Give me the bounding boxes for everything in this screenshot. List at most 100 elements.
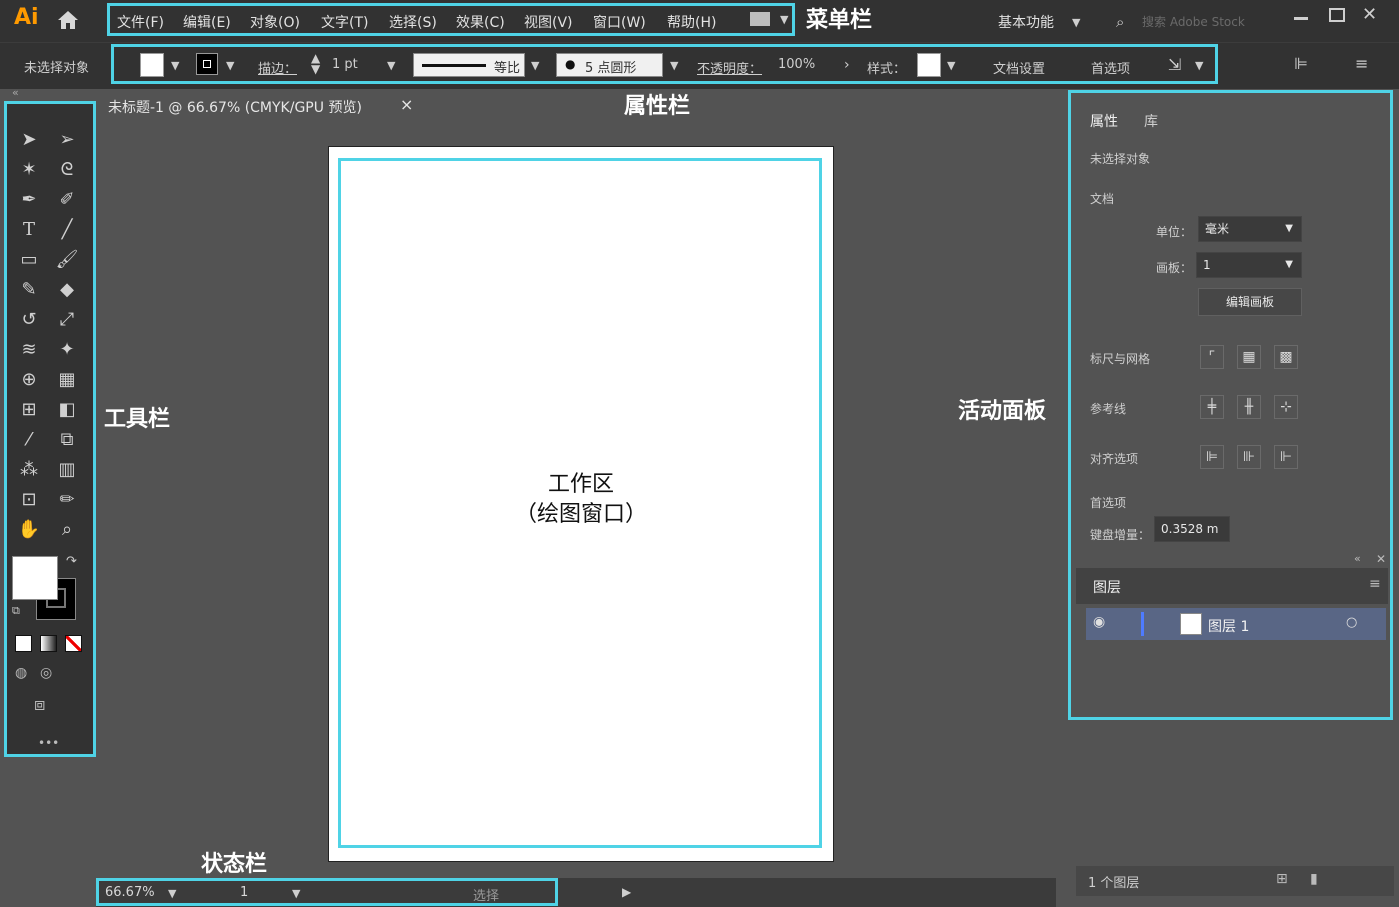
mesh-tool-icon[interactable]: ⊞ <box>16 398 42 422</box>
brush-definition[interactable]: ● 5 点圆形 <box>556 53 663 77</box>
tab-properties[interactable]: 属性 <box>1090 111 1118 131</box>
lasso-tool-icon[interactable]: ᘓ <box>54 158 80 182</box>
opacity-label[interactable]: 不透明度： <box>697 58 762 77</box>
home-icon[interactable] <box>56 9 80 31</box>
menu-window[interactable]: 窗口(W) <box>593 12 646 32</box>
artboard-navigation-input[interactable]: 1 <box>240 885 248 900</box>
document-tab-title[interactable]: 未标题-1 @ 66.67% (CMYK/GPU 预览) <box>108 97 362 117</box>
transparency-grid-icon[interactable]: ▩ <box>1274 345 1298 369</box>
delete-layer-icon[interactable]: ▮ <box>1310 871 1318 887</box>
artboard-nav-chevron-icon[interactable]: ▼ <box>292 887 300 900</box>
edit-toolbar-icon[interactable]: ••• <box>38 736 59 750</box>
gradient-mode-icon[interactable] <box>40 635 57 652</box>
lock-guides-icon[interactable]: ╫ <box>1237 395 1261 419</box>
zoom-level-input[interactable]: 66.67% <box>105 885 155 900</box>
zoom-tool-icon[interactable]: ⌕ <box>54 518 80 542</box>
profile-chevron-icon[interactable]: ▼ <box>531 59 539 72</box>
default-colors-icon[interactable]: ⧉ <box>12 604 20 618</box>
opacity-input[interactable]: 100% <box>778 57 815 72</box>
new-layer-icon[interactable]: ⊞ <box>1276 871 1288 887</box>
visibility-eye-icon[interactable]: ◉ <box>1093 614 1105 630</box>
layers-tab[interactable]: 图层 <box>1093 577 1121 597</box>
menu-view[interactable]: 视图(V) <box>524 12 573 32</box>
opacity-arrow-icon[interactable]: › <box>844 57 850 73</box>
artboard-dropdown[interactable]: 1 ▼ <box>1196 252 1302 278</box>
search-icon[interactable]: ⌕ <box>1116 13 1124 31</box>
paintbrush-tool-icon[interactable]: 🖌 <box>54 248 80 272</box>
keyboard-increment-input[interactable]: 0.3528 m <box>1154 516 1230 542</box>
column-graph-tool-icon[interactable]: ▥ <box>54 458 80 482</box>
slice-tool-icon[interactable]: ✏ <box>54 488 80 512</box>
shape-builder-tool-icon[interactable]: ⊕ <box>16 368 42 392</box>
eraser-tool-icon[interactable]: ◆ <box>54 278 80 302</box>
rotate-tool-icon[interactable]: ↺ <box>16 308 42 332</box>
menu-file[interactable]: 文件(F) <box>117 12 164 32</box>
snap-to-point-icon[interactable]: ⊫ <box>1200 445 1224 469</box>
selection-tool-icon[interactable]: ➤ <box>16 128 42 152</box>
document-setup-button[interactable]: 文档设置 <box>993 58 1045 77</box>
menu-object[interactable]: 对象(O) <box>250 12 300 32</box>
pen-tool-icon[interactable]: ✒ <box>16 188 42 212</box>
stroke-label[interactable]: 描边： <box>258 58 297 77</box>
arrange-objects-icon[interactable]: ⇲ <box>1168 55 1181 74</box>
snap-to-pixel-icon[interactable]: ⊪ <box>1237 445 1261 469</box>
screen-mode-icon[interactable]: ⧈ <box>34 694 45 715</box>
stock-search-input[interactable]: 搜索 Adobe Stock <box>1142 13 1245 30</box>
brush-chevron-icon[interactable]: ▼ <box>670 59 678 72</box>
perspective-grid-tool-icon[interactable]: ▦ <box>54 368 80 392</box>
rectangle-tool-icon[interactable]: ▭ <box>16 248 42 272</box>
graphic-style-chevron-icon[interactable]: ▼ <box>947 59 955 72</box>
line-segment-tool-icon[interactable]: ╱ <box>54 218 80 242</box>
shaper-tool-icon[interactable]: ✎ <box>16 278 42 302</box>
tab-libraries[interactable]: 库 <box>1144 111 1158 131</box>
arrange-objects-chevron-icon[interactable]: ▼ <box>1195 59 1203 72</box>
draw-normal-icon[interactable]: ◍ <box>15 665 27 681</box>
layer-name[interactable]: 图层 1 <box>1208 616 1249 636</box>
panel-close-icon[interactable]: ✕ <box>1376 552 1386 566</box>
grid-icon[interactable]: ▦ <box>1237 345 1261 369</box>
edit-artboards-button[interactable]: 编辑画板 <box>1198 288 1302 316</box>
layers-menu-icon[interactable]: ≡ <box>1369 576 1381 592</box>
curvature-tool-icon[interactable]: ✐ <box>54 188 80 212</box>
variable-width-profile[interactable]: 等比 <box>413 53 525 77</box>
fill-color-box[interactable] <box>12 556 58 600</box>
document-tab-close[interactable]: × <box>400 95 413 114</box>
stroke-chevron-icon[interactable]: ▼ <box>226 59 234 72</box>
blend-tool-icon[interactable]: ⧉ <box>54 428 80 452</box>
close-window-button[interactable]: ✕ <box>1362 4 1377 25</box>
maximize-button[interactable] <box>1329 8 1345 22</box>
none-mode-icon[interactable] <box>65 635 82 652</box>
panel-collapse-icon[interactable]: « <box>1354 552 1361 565</box>
eyedropper-tool-icon[interactable]: ⁄ <box>16 428 42 452</box>
width-tool-icon[interactable]: ≋ <box>16 338 42 362</box>
workspace-switcher[interactable]: 基本功能 <box>998 12 1054 32</box>
scale-tool-icon[interactable]: ⤢ <box>54 308 80 332</box>
smart-guides-icon[interactable]: ⊹ <box>1274 395 1298 419</box>
graphic-style-swatch[interactable] <box>917 53 941 77</box>
menu-type[interactable]: 文字(T) <box>321 12 368 32</box>
units-dropdown[interactable]: 毫米 ▼ <box>1198 216 1302 242</box>
status-mode[interactable]: 选择 <box>473 885 499 904</box>
swap-colors-icon[interactable]: ↷ <box>66 554 77 569</box>
align-icon[interactable]: ⊫ <box>1294 54 1308 73</box>
snap-to-glyph-icon[interactable]: ⊩ <box>1274 445 1298 469</box>
symbol-sprayer-tool-icon[interactable]: ⁂ <box>16 458 42 482</box>
minimize-button[interactable] <box>1294 17 1308 20</box>
type-tool-icon[interactable]: T <box>16 218 42 242</box>
show-guides-icon[interactable]: ╪ <box>1200 395 1224 419</box>
menu-select[interactable]: 选择(S) <box>389 12 437 32</box>
preferences-button[interactable]: 首选项 <box>1091 58 1130 77</box>
status-arrow-icon[interactable]: ▶ <box>622 885 631 899</box>
tools-collapse-icon[interactable]: « <box>12 86 19 99</box>
layer-target-icon[interactable]: ○ <box>1346 615 1357 630</box>
color-mode-icon[interactable] <box>15 635 32 652</box>
workspace-chevron-icon[interactable]: ▼ <box>1072 16 1080 29</box>
fill-swatch[interactable] <box>140 53 164 77</box>
stroke-stepper-icon[interactable]: ▲ ▼ <box>311 52 320 75</box>
draw-behind-icon[interactable]: ◎ <box>40 665 52 681</box>
puppet-warp-tool-icon[interactable]: ✦ <box>54 338 80 362</box>
fill-chevron-icon[interactable]: ▼ <box>171 59 179 72</box>
panel-menu-icon[interactable]: ≡ <box>1355 54 1368 73</box>
arrange-chevron-icon[interactable]: ▼ <box>780 13 788 26</box>
artboard-tool-icon[interactable]: ⊡ <box>16 488 42 512</box>
